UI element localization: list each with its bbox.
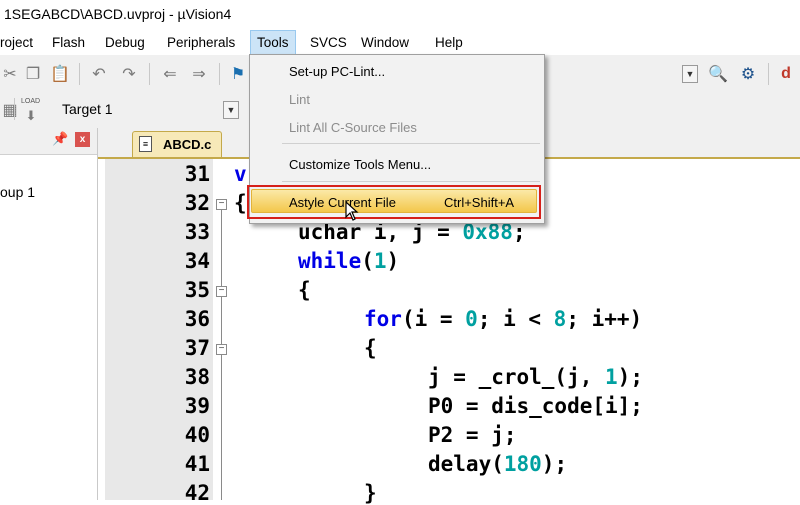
- code-line: P0 = dis_code[i];: [428, 394, 643, 418]
- code-line: {: [298, 278, 311, 302]
- code-line: while(1): [298, 249, 400, 273]
- code-line: j = _crol_(j, 1);: [428, 365, 643, 389]
- menu-flash[interactable]: Flash: [46, 30, 91, 55]
- menu-svcs[interactable]: SVCS: [304, 30, 353, 55]
- line-number: 40: [184, 423, 210, 447]
- line-number: 41: [184, 452, 210, 476]
- window-title: 1SEGABCD\ABCD.uvproj - µVision4: [4, 6, 232, 22]
- fold-toggle-icon[interactable]: −: [216, 199, 227, 210]
- line-number: 39: [184, 394, 210, 418]
- cut-icon[interactable]: ✂: [0, 64, 20, 84]
- line-number: 31: [184, 162, 210, 186]
- target-select-value: Target 1: [62, 101, 113, 117]
- project-tree-group[interactable]: oup 1: [0, 184, 35, 200]
- load-icon[interactable]: LOAD: [21, 98, 40, 105]
- menu-window[interactable]: Window: [355, 30, 415, 55]
- tab-label: ABCD.c: [163, 137, 212, 152]
- paste-icon[interactable]: 📋: [50, 64, 70, 84]
- fold-toggle-icon[interactable]: −: [216, 286, 227, 297]
- line-number: 36: [184, 307, 210, 331]
- fold-guide: [221, 210, 222, 286]
- find-in-files-icon[interactable]: 🔍: [708, 64, 728, 84]
- line-number: 33: [184, 220, 210, 244]
- line-number: 34: [184, 249, 210, 273]
- debug-session-icon[interactable]: d: [776, 64, 796, 84]
- source-browser-icon[interactable]: ⚙: [738, 64, 758, 84]
- target-dropdown-arrow[interactable]: ▼: [223, 101, 239, 119]
- line-number: 37: [184, 336, 210, 360]
- navigate-forward-icon[interactable]: ⇒: [189, 64, 209, 84]
- code-line: delay(180);: [428, 452, 568, 476]
- code-line: for(i = 0; i < 8; i++): [364, 307, 643, 331]
- fold-guide: [221, 355, 222, 500]
- c-file-icon: ≡: [139, 136, 152, 152]
- find-dropdown-arrow[interactable]: ▼: [682, 65, 698, 83]
- line-number: 35: [184, 278, 210, 302]
- redo-icon[interactable]: ↷: [119, 64, 139, 84]
- fold-guide: [221, 297, 222, 344]
- menu-debug[interactable]: Debug: [99, 30, 151, 55]
- title-bar: 1SEGABCD\ABCD.uvproj - µVision4: [0, 0, 800, 30]
- toolbar-separator: [768, 63, 769, 85]
- menu-project[interactable]: roject: [0, 30, 39, 55]
- menu-item-lint[interactable]: Lint: [289, 92, 310, 107]
- close-icon[interactable]: x: [75, 132, 90, 147]
- pin-icon[interactable]: 📌: [52, 131, 68, 147]
- line-number: 38: [184, 365, 210, 389]
- menu-item-lint-all[interactable]: Lint All C-Source Files: [289, 120, 417, 135]
- code-line: v: [234, 162, 247, 186]
- menu-item-customize-tools[interactable]: Customize Tools Menu...: [289, 157, 431, 172]
- toolbar-separator: [79, 63, 80, 85]
- code-line: P2 = j;: [428, 423, 517, 447]
- toolbar-separator: [219, 63, 220, 85]
- undo-icon[interactable]: ↶: [89, 64, 109, 84]
- toolbar-separator: [149, 63, 150, 85]
- line-number: 42: [184, 481, 210, 505]
- mouse-pointer-icon: [345, 201, 359, 221]
- menu-help[interactable]: Help: [429, 30, 469, 55]
- line-number: 32: [184, 191, 210, 215]
- toolbar-separator: [14, 98, 15, 120]
- code-line: }: [364, 481, 377, 505]
- navigate-back-icon[interactable]: ⇐: [160, 64, 180, 84]
- menu-item-setup-pc-lint[interactable]: Set-up PC-Lint...: [289, 64, 385, 79]
- menu-peripherals[interactable]: Peripherals: [161, 30, 241, 55]
- fold-toggle-icon[interactable]: −: [216, 344, 227, 355]
- code-line: {: [364, 336, 377, 360]
- code-line: {: [234, 191, 247, 215]
- annotation-highlight-box: [247, 185, 541, 219]
- copy-icon[interactable]: ❐: [23, 64, 43, 84]
- bookmark-icon[interactable]: ⚑: [228, 64, 248, 84]
- menu-separator: [282, 181, 540, 182]
- download-icon[interactable]: ⬇: [21, 106, 41, 126]
- menu-tools[interactable]: Tools: [250, 30, 296, 55]
- menu-bar: roject Flash Debug Peripherals Tools SVC…: [0, 30, 800, 55]
- menu-separator: [282, 143, 540, 144]
- build-icon[interactable]: ▦: [0, 100, 20, 120]
